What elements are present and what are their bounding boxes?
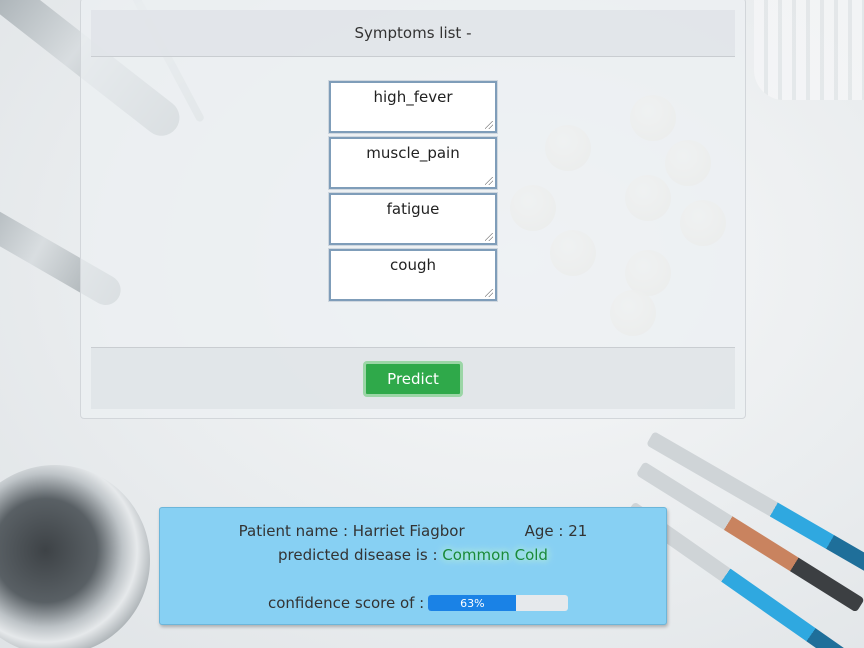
confidence-progress-bar: 63% bbox=[428, 595, 569, 611]
confidence-row: confidence score of : 63% bbox=[268, 594, 569, 612]
symptom-textarea-4[interactable]: cough bbox=[328, 248, 498, 302]
patient-name: Patient name : Harriet Fiagbor bbox=[238, 522, 465, 540]
resize-grip-icon[interactable] bbox=[485, 121, 493, 129]
symptom-textarea-1[interactable]: high_fever bbox=[328, 80, 498, 134]
prediction-result-panel: Patient name : Harriet Fiagbor Age : 21 p… bbox=[159, 507, 667, 625]
symptom-textarea-2[interactable]: muscle_pain bbox=[328, 136, 498, 190]
symptoms-list-header: Symptoms list - bbox=[91, 10, 735, 57]
predicted-disease-row: predicted disease is : Common Cold bbox=[160, 546, 666, 564]
predicted-disease-value: Common Cold bbox=[442, 546, 548, 564]
stethoscope-decoration bbox=[0, 465, 150, 648]
confidence-progress-fill: 63% bbox=[428, 595, 517, 611]
patient-age: Age : 21 bbox=[524, 522, 588, 540]
symptom-value: muscle_pain bbox=[366, 144, 460, 162]
symptom-value: fatigue bbox=[386, 200, 440, 218]
symptom-textarea-3[interactable]: fatigue bbox=[328, 192, 498, 246]
resize-grip-icon[interactable] bbox=[485, 177, 493, 185]
symptoms-list-title: Symptoms list - bbox=[354, 24, 472, 42]
resize-grip-icon[interactable] bbox=[485, 233, 493, 241]
symptom-value: high_fever bbox=[373, 88, 453, 106]
predict-button[interactable]: Predict bbox=[363, 360, 463, 397]
resize-grip-icon[interactable] bbox=[485, 289, 493, 297]
confidence-percent-text: 63% bbox=[460, 596, 485, 610]
confidence-label: confidence score of : bbox=[268, 594, 425, 612]
patient-info-row: Patient name : Harriet Fiagbor Age : 21 bbox=[160, 522, 666, 540]
symptom-value: cough bbox=[390, 256, 436, 274]
symptoms-card-footer: Predict bbox=[91, 347, 735, 409]
syringe-decoration bbox=[646, 431, 864, 575]
predicted-disease-label: predicted disease is : bbox=[278, 546, 438, 564]
jar-decoration bbox=[754, 0, 864, 100]
symptom-inputs: high_fever muscle_pain fatigue cough bbox=[328, 80, 498, 305]
symptoms-card: Symptoms list - high_fever muscle_pain f… bbox=[80, 0, 746, 419]
